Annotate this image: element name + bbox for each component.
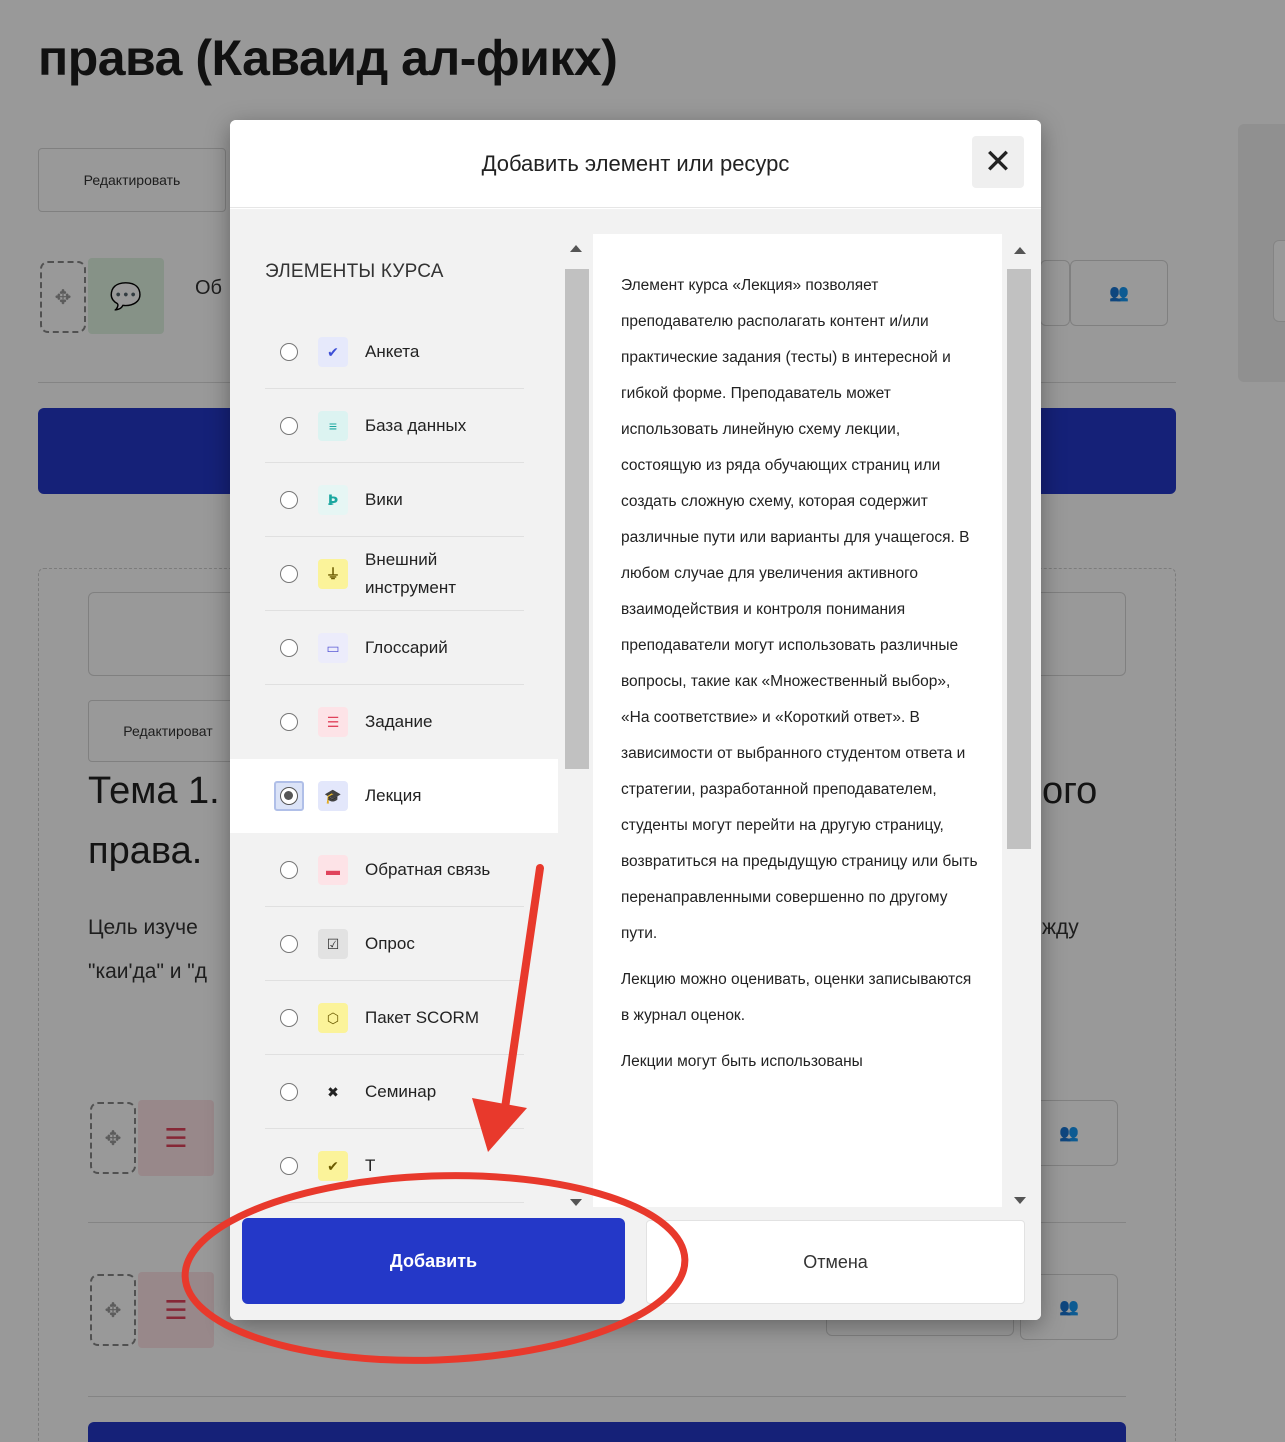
list-scrollbar[interactable] [565,269,589,769]
list-item[interactable]: ✔ Т [230,1129,558,1203]
item-label: База данных [365,416,467,435]
item-radio[interactable] [280,935,298,953]
add-activity-modal: Добавить элемент или ресурс ✕ ЭЛЕМЕНТЫ К… [230,120,1041,1320]
scroll-up-icon[interactable] [1014,247,1026,254]
item-radio[interactable] [280,1157,298,1175]
wiki-icon: Ꝧ [318,485,348,515]
choice-icon: ☑ [318,929,348,959]
item-label: Опрос [365,934,415,953]
item-radio[interactable] [280,1009,298,1027]
list-item[interactable]: ✖ Семинар [230,1055,558,1129]
feedback-icon: ▬ [318,855,348,885]
lesson-icon: 🎓 [318,781,348,811]
glossary-icon: ▭ [318,633,348,663]
list-item[interactable]: Ꝧ Вики [230,463,558,537]
cancel-button[interactable]: Отмена [646,1220,1025,1304]
item-radio[interactable] [280,565,298,583]
quiz-icon: ✔ [318,1151,348,1181]
workshop-icon: ✖ [318,1077,348,1107]
add-button[interactable]: Добавить [242,1218,625,1304]
description-paragraph: Лекции могут быть использованы [621,1053,863,1070]
item-radio[interactable] [280,713,298,731]
list-item[interactable]: ☰ Задание [230,685,558,759]
description-text: Элемент курса «Лекция» позволяет препода… [621,268,981,1090]
list-item[interactable]: ▭ Глоссарий [230,611,558,685]
list-heading: ЭЛЕМЕНТЫ КУРСА [265,261,444,282]
item-label: Анкета [365,342,420,361]
list-item[interactable]: ✔ Анкета [230,315,558,389]
item-label: Пакет SCORM [365,1008,479,1027]
list-item[interactable]: ▬ Обратная связь [230,833,558,907]
scorm-icon: ⬡ [318,1003,348,1033]
list-item[interactable]: ≡ База данных [230,389,558,463]
list-item[interactable]: ⏚ Внешний инструмент [230,537,558,611]
list-item[interactable]: ⬡ Пакет SCORM [230,981,558,1055]
description-scrollbar[interactable] [1007,269,1031,849]
item-radio[interactable] [280,343,298,361]
database-icon: ≡ [318,411,348,441]
item-label: Т [365,1156,376,1175]
item-divider [265,1202,524,1203]
description-pane: Элемент курса «Лекция» позволяет препода… [593,234,1002,1207]
item-radio[interactable] [280,491,298,509]
item-radio[interactable] [280,787,298,805]
description-paragraph: Элемент курса «Лекция» позволяет препода… [621,277,978,942]
list-item[interactable]: 🎓 Лекция [230,759,558,833]
item-radio[interactable] [280,1083,298,1101]
modal-body: ЭЛЕМЕНТЫ КУРСА ✔ Анкета ≡ База данных Ꝧ Вики ⏚… [230,209,1041,1207]
item-radio[interactable] [280,639,298,657]
item-label: Задание [365,712,433,731]
description-paragraph: Лекцию можно оценивать, оценки записываю… [621,971,972,1024]
activity-list: ЭЛЕМЕНТЫ КУРСА ✔ Анкета ≡ База данных Ꝧ Вики ⏚… [230,209,558,1207]
item-label: Вики [365,490,403,509]
item-label: Внешний инструмент [365,550,457,597]
modal-title: Добавить элемент или ресурс [481,151,790,176]
item-radio[interactable] [280,417,298,435]
survey-icon: ✔ [318,337,348,367]
close-icon[interactable]: ✕ [972,136,1024,188]
scroll-down-icon[interactable] [570,1199,582,1206]
item-label: Семинар [365,1082,437,1101]
modal-footer: Добавить Отмена [230,1207,1041,1320]
scroll-down-icon[interactable] [1014,1197,1026,1204]
item-label: Глоссарий [365,638,448,657]
item-radio[interactable] [280,861,298,879]
modal-header: Добавить элемент или ресурс ✕ [230,120,1041,208]
item-label: Лекция [365,786,422,805]
list-item[interactable]: ☑ Опрос [230,907,558,981]
assignment-icon: ☰ [318,707,348,737]
item-label: Обратная связь [365,860,491,879]
plugin-icon: ⏚ [318,559,348,589]
scroll-up-icon[interactable] [570,245,582,252]
